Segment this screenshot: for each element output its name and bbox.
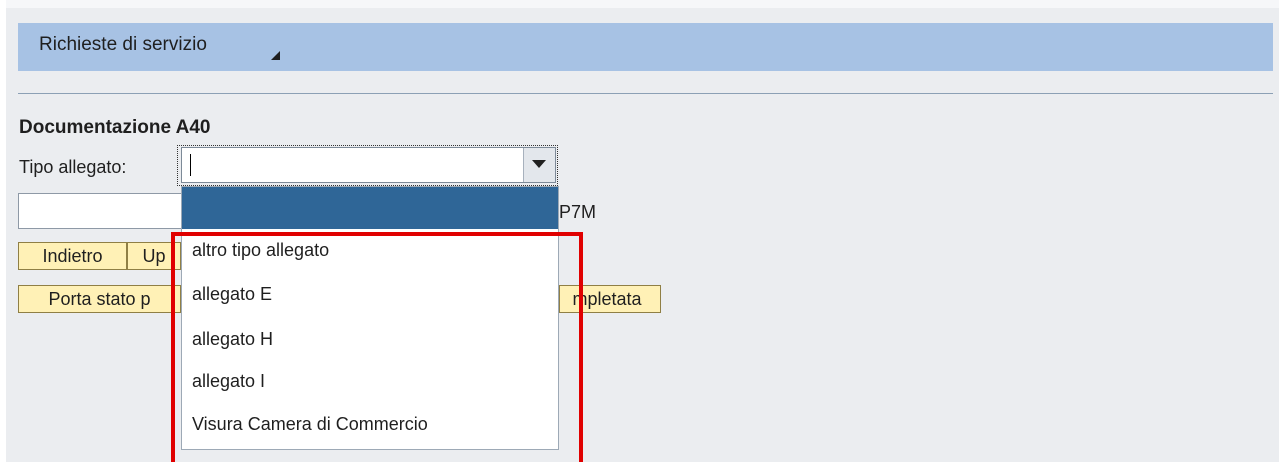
dropdown-option-visura-camera-di-commercio[interactable]: Visura Camera di Commercio <box>192 414 428 435</box>
dropdown-option-altro-tipo-allegato[interactable]: altro tipo allegato <box>192 240 329 261</box>
file-path-input[interactable] <box>18 193 186 229</box>
dropdown-option-allegato-e[interactable]: allegato E <box>192 284 272 305</box>
attachment-type-dropdown[interactable]: altro tipo allegato allegato E allegato … <box>181 186 559 450</box>
section-separator <box>18 93 1273 94</box>
dropdown-corner-icon <box>271 51 280 60</box>
status-button-left[interactable]: Porta stato p <box>18 285 181 313</box>
attachment-type-label: Tipo allegato: <box>19 157 127 177</box>
status-button-right[interactable]: mpletata <box>559 285 661 313</box>
top-line <box>6 0 1279 8</box>
dropdown-option-empty[interactable] <box>182 187 558 229</box>
file-extension-text: P7M <box>559 202 597 222</box>
attachment-type-select[interactable] <box>181 147 556 183</box>
dropdown-option-allegato-i[interactable]: allegato I <box>192 371 265 392</box>
section-title: Documentazione A40 <box>19 117 211 138</box>
header-title: Richieste di servizio <box>39 34 207 55</box>
service-requests-header[interactable]: Richieste di servizio <box>18 23 1273 71</box>
upload-button[interactable]: Up <box>127 242 181 270</box>
chevron-down-icon[interactable] <box>523 148 555 182</box>
dropdown-option-allegato-h[interactable]: allegato H <box>192 329 273 350</box>
text-cursor <box>190 154 191 176</box>
form-page: Richieste di servizio Documentazione A40… <box>6 0 1279 462</box>
back-button[interactable]: Indietro <box>18 242 127 270</box>
